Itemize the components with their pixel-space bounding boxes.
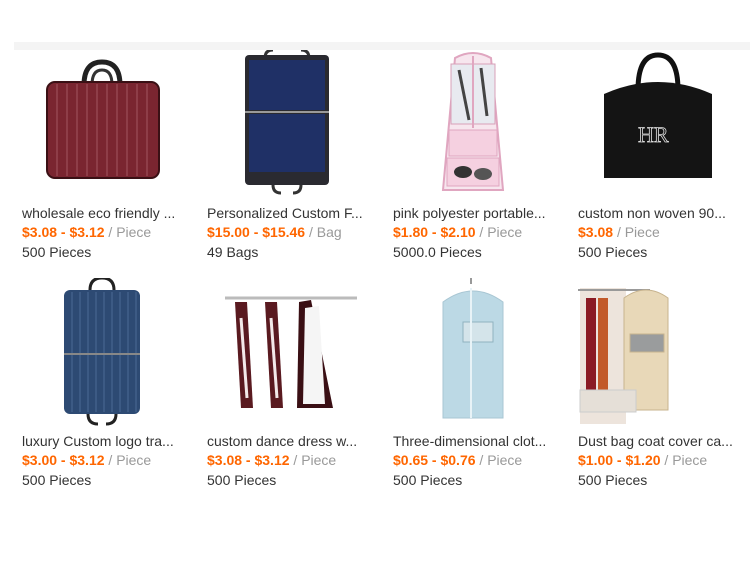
price: $3.08 — [578, 224, 614, 240]
price: $15.00 - $15.46 — [207, 224, 306, 240]
price-line: $1.80 - $2.10 / Piece — [393, 222, 563, 242]
dance-dress-bags-image[interactable] — [207, 278, 367, 428]
product-card[interactable]: luxury Custom logo tra... $3.00 - $3.12 … — [22, 278, 192, 490]
price-line: $0.65 - $0.76 / Piece — [393, 450, 563, 470]
min-order: 500 Pieces — [393, 472, 463, 488]
unit: Piece — [116, 452, 152, 468]
blue-striped-garment-bag-image[interactable] — [22, 278, 182, 428]
unit: Piece — [624, 224, 660, 240]
price-line: $3.00 - $3.12 / Piece — [22, 450, 192, 470]
beige-coat-cover-image[interactable] — [578, 278, 738, 428]
price: $3.00 - $3.12 — [22, 452, 105, 468]
price-line: $15.00 - $15.46 / Bag — [207, 222, 377, 242]
price: $1.80 - $2.10 — [393, 224, 476, 240]
product-title[interactable]: custom non woven 90... — [578, 204, 748, 222]
black-hr-garment-bag-image[interactable]: HR — [578, 50, 738, 200]
price-line: $3.08 / Piece — [578, 222, 748, 242]
top-divider — [14, 42, 750, 50]
price: $1.00 - $1.20 — [578, 452, 661, 468]
price: $3.08 - $3.12 — [207, 452, 290, 468]
burgundy-garment-bag-image[interactable] — [22, 50, 182, 200]
product-card[interactable]: wholesale eco friendly ... $3.08 - $3.12… — [22, 50, 192, 262]
unit-separator: / — [616, 224, 625, 240]
product-title[interactable]: Personalized Custom F... — [207, 204, 377, 222]
unit: Piece — [672, 452, 708, 468]
hr-logo: HR — [638, 122, 669, 147]
min-order: 500 Pieces — [207, 472, 277, 488]
price: $0.65 - $0.76 — [393, 452, 476, 468]
unit: Piece — [487, 452, 523, 468]
price-line: $3.08 - $3.12 / Piece — [207, 450, 377, 470]
min-order: 500 Pieces — [578, 244, 648, 260]
product-card[interactable]: custom dance dress w... $3.08 - $3.12 / … — [207, 278, 377, 490]
price-line: $1.00 - $1.20 / Piece — [578, 450, 748, 470]
min-order: 5000.0 Pieces — [393, 244, 482, 260]
min-order: 49 Bags — [207, 244, 259, 260]
product-card[interactable]: Dust bag coat cover ca... $1.00 - $1.20 … — [578, 278, 748, 490]
price-line: $3.08 - $3.12 / Piece — [22, 222, 192, 242]
product-title[interactable]: pink polyester portable... — [393, 204, 563, 222]
navy-garment-bag-image[interactable] — [207, 50, 367, 200]
product-title[interactable]: custom dance dress w... — [207, 432, 377, 450]
min-order: 500 Pieces — [22, 244, 92, 260]
unit: Bag — [316, 224, 342, 240]
min-order: 500 Pieces — [22, 472, 92, 488]
light-blue-suit-cover-image[interactable] — [393, 278, 553, 428]
product-card[interactable]: Three-dimensional clot... $0.65 - $0.76 … — [393, 278, 563, 490]
pink-clear-garment-bag-image[interactable] — [393, 50, 553, 200]
product-title[interactable]: Dust bag coat cover ca... — [578, 432, 748, 450]
unit: Piece — [116, 224, 152, 240]
product-card[interactable]: pink polyester portable... $1.80 - $2.10… — [393, 50, 563, 262]
unit: Piece — [487, 224, 523, 240]
product-title[interactable]: wholesale eco friendly ... — [22, 204, 192, 222]
product-card[interactable]: HR custom non woven 90... $3.08 / Piece … — [578, 50, 748, 262]
unit: Piece — [301, 452, 337, 468]
min-order: 500 Pieces — [578, 472, 648, 488]
price: $3.08 - $3.12 — [22, 224, 105, 240]
product-card[interactable]: Personalized Custom F... $15.00 - $15.46… — [207, 50, 377, 262]
product-title[interactable]: luxury Custom logo tra... — [22, 432, 192, 450]
unit-separator: / — [308, 224, 317, 240]
product-title[interactable]: Three-dimensional clot... — [393, 432, 563, 450]
